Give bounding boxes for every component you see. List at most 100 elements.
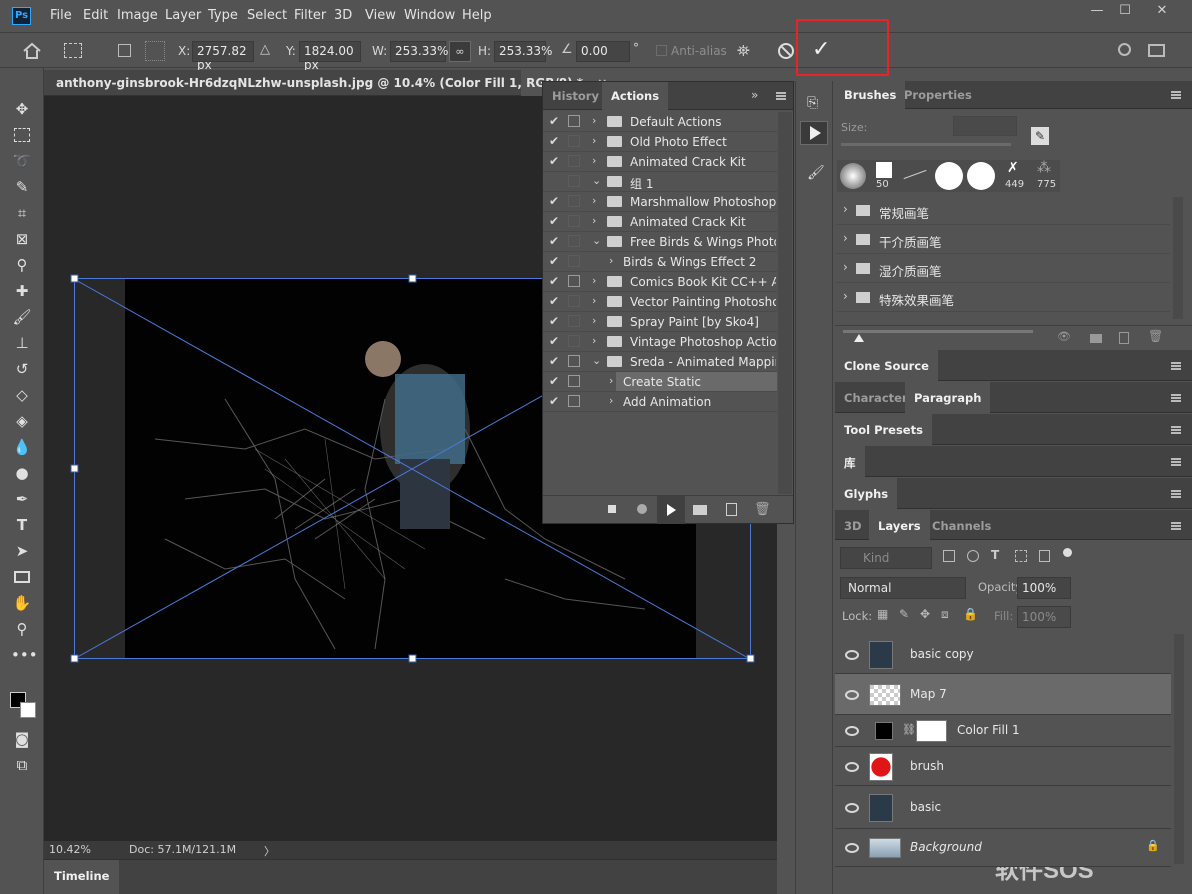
- menu-view[interactable]: View: [365, 8, 396, 23]
- paint-bucket-tool-icon[interactable]: ◈: [11, 410, 33, 432]
- action-enabled-checkbox[interactable]: ✔: [549, 154, 563, 168]
- lock-all-icon[interactable]: 🔒: [963, 607, 978, 621]
- size-slider[interactable]: [841, 143, 1011, 146]
- dialog-toggle-box[interactable]: [568, 115, 580, 127]
- play-button[interactable]: [657, 496, 685, 524]
- slider-thumb[interactable]: [854, 334, 864, 342]
- layer-thumbnail[interactable]: [869, 794, 893, 822]
- filter-type-icon[interactable]: T: [991, 548, 999, 562]
- dialog-toggle-box[interactable]: [568, 215, 580, 227]
- delete-icon[interactable]: 🗑: [754, 502, 771, 517]
- blend-mode-select[interactable]: Normal: [840, 577, 966, 599]
- action-enabled-checkbox[interactable]: ✔: [549, 134, 563, 148]
- action-row[interactable]: ✔ › Animated Crack Kit: [543, 152, 777, 172]
- brushes-menu-icon[interactable]: [1171, 91, 1181, 99]
- record-icon[interactable]: [637, 504, 647, 514]
- h-field[interactable]: 253.33%: [494, 41, 552, 62]
- link-icon[interactable]: ∞: [449, 41, 471, 62]
- warp-icon[interactable]: ⛯: [737, 41, 750, 61]
- action-enabled-checkbox[interactable]: ✔: [549, 354, 563, 368]
- splatter-brush-preset[interactable]: ✗: [1007, 160, 1019, 176]
- dialog-toggle-box[interactable]: [568, 375, 580, 387]
- chevron-right-icon[interactable]: ›: [843, 231, 848, 245]
- chevron-right-icon[interactable]: ›: [609, 394, 613, 407]
- timeline-tab[interactable]: Timeline: [44, 860, 120, 894]
- type-tool-icon[interactable]: T: [11, 514, 33, 536]
- maximize-button[interactable]: ☐: [1111, 0, 1139, 22]
- x-field[interactable]: 2757.82 px: [192, 41, 254, 72]
- zoom-tool-icon[interactable]: ⚲: [11, 618, 33, 640]
- eraser-tool-icon[interactable]: ◇: [11, 384, 33, 406]
- layer-thumbnail[interactable]: [869, 641, 893, 669]
- history-panel-icon[interactable]: ⎘: [807, 95, 818, 111]
- chevron-right-icon[interactable]: ›: [592, 294, 596, 307]
- chevron-right-icon[interactable]: ›: [592, 134, 596, 147]
- layers-scrollbar[interactable]: [1174, 634, 1184, 864]
- actions-menu-icon[interactable]: [776, 92, 786, 100]
- eye-icon[interactable]: [845, 803, 859, 813]
- marquee-tool-icon[interactable]: [11, 124, 33, 146]
- chevron-right-icon[interactable]: ›: [843, 202, 848, 216]
- menu-edit[interactable]: Edit: [83, 8, 108, 23]
- action-enabled-checkbox[interactable]: ✔: [549, 314, 563, 328]
- tab-clone-source[interactable]: Clone Source: [835, 350, 938, 381]
- filter-toggle-icon[interactable]: [1063, 548, 1072, 557]
- brush-tool-icon[interactable]: 🖌: [11, 306, 33, 328]
- eyedropper-tool-icon[interactable]: ⚲: [11, 254, 33, 276]
- minimize-button[interactable]: —: [1083, 0, 1111, 22]
- glyphs-menu-icon[interactable]: [1171, 490, 1181, 498]
- move-tool-icon[interactable]: ✥: [11, 98, 33, 120]
- tab-layers[interactable]: Layers: [869, 510, 930, 540]
- action-row[interactable]: ✔ › Vintage Photoshop Actions: [543, 332, 777, 352]
- grass-brush-preset[interactable]: ⁂: [1037, 160, 1051, 176]
- chevron-right-icon[interactable]: ›: [592, 114, 596, 127]
- reference-point-icon[interactable]: [145, 41, 165, 61]
- brush-group-row[interactable]: › 常规画笔: [836, 197, 1170, 225]
- dialog-toggle-box[interactable]: [568, 195, 580, 207]
- search-icon[interactable]: [1118, 43, 1131, 56]
- panel-expand-icon[interactable]: »: [751, 88, 758, 102]
- round-brush-preset[interactable]: [935, 162, 963, 190]
- fill-color-thumbnail[interactable]: [875, 722, 893, 740]
- link-icon[interactable]: ⛓: [902, 723, 916, 736]
- path-selection-tool-icon[interactable]: ➤: [11, 540, 33, 562]
- action-enabled-checkbox[interactable]: ✔: [549, 114, 563, 128]
- hard-brush-preset[interactable]: [876, 162, 892, 178]
- lock-artboard-icon[interactable]: ⧈: [941, 607, 949, 622]
- layer-row[interactable]: basic copy: [835, 635, 1171, 674]
- brush-group-row[interactable]: › 特殊效果画笔: [836, 284, 1170, 312]
- quick-selection-tool-icon[interactable]: ✎: [11, 176, 33, 198]
- opacity-field[interactable]: 100%: [1017, 577, 1071, 599]
- chevron-right-icon[interactable]: ›: [592, 334, 596, 347]
- brush-options-icon[interactable]: ✎: [1031, 127, 1049, 145]
- new-set-icon[interactable]: [693, 505, 707, 515]
- dialog-toggle-box[interactable]: [568, 255, 580, 267]
- dialog-toggle-box[interactable]: [568, 315, 580, 327]
- clone-source-menu-icon[interactable]: [1171, 362, 1181, 370]
- tab-paragraph[interactable]: Paragraph: [905, 382, 991, 413]
- layer-name[interactable]: Background: [910, 840, 982, 854]
- actions-scrollbar[interactable]: [778, 112, 792, 494]
- layer-mask-thumbnail[interactable]: [916, 720, 947, 742]
- dialog-toggle-box[interactable]: [568, 295, 580, 307]
- layer-thumbnail[interactable]: [869, 838, 901, 858]
- layer-name[interactable]: Color Fill 1: [957, 723, 1020, 737]
- cancel-transform-icon[interactable]: [778, 43, 794, 59]
- action-enabled-checkbox[interactable]: ✔: [549, 294, 563, 308]
- frame-tool-icon[interactable]: ⊠: [11, 228, 33, 250]
- library-menu-icon[interactable]: [1171, 458, 1181, 466]
- tool-presets-menu-icon[interactable]: [1171, 426, 1181, 434]
- line-brush-preset[interactable]: [903, 169, 927, 180]
- chevron-down-icon[interactable]: ⌄: [592, 234, 601, 247]
- eye-icon[interactable]: [845, 690, 859, 700]
- soft-brush-preset[interactable]: [840, 163, 866, 189]
- filter-pixel-icon[interactable]: [943, 550, 955, 562]
- background-color-swatch[interactable]: [20, 702, 36, 718]
- filter-kind-select[interactable]: Kind: [840, 547, 932, 569]
- clone-stamp-tool-icon[interactable]: ⊥: [11, 332, 33, 354]
- dodge-tool-icon[interactable]: ●: [11, 462, 33, 484]
- action-row[interactable]: ✔ › Add Animation: [543, 392, 777, 412]
- action-row[interactable]: ✔ ⌄ Sreda - Animated Mapping: [543, 352, 777, 372]
- action-enabled-checkbox[interactable]: ✔: [549, 374, 563, 388]
- lock-pixels-icon[interactable]: ✎: [899, 607, 909, 621]
